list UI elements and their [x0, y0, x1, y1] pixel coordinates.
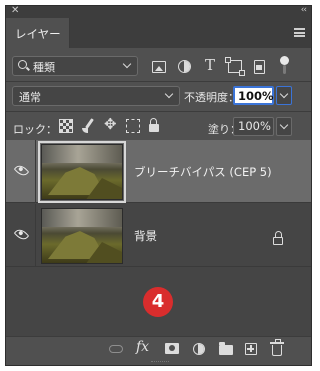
- visibility-cell[interactable]: [6, 140, 36, 203]
- lock-label: ロック：: [13, 123, 57, 136]
- new-layer-icon[interactable]: [245, 343, 257, 355]
- adjustment-filter-icon[interactable]: [178, 60, 191, 73]
- tab-bar: レイヤー: [6, 18, 311, 48]
- toggle-track: [283, 65, 286, 74]
- new-group-icon[interactable]: [219, 342, 233, 355]
- fill-input[interactable]: 100%: [233, 117, 274, 136]
- panel-title-bar: ✕ ‹‹: [6, 6, 311, 18]
- layer-thumbnail[interactable]: [41, 208, 123, 264]
- step-badge: 4: [143, 287, 173, 317]
- resize-grip[interactable]: [151, 361, 169, 363]
- lock-position-icon[interactable]: ✥: [104, 115, 118, 133]
- layer-thumbnail[interactable]: [38, 141, 126, 203]
- filter-kind-label: 種類: [33, 61, 55, 74]
- image-filter-icon[interactable]: [152, 61, 166, 73]
- chevron-down-icon: [122, 59, 132, 69]
- chevron-down-icon: [164, 89, 174, 99]
- opacity-label: 不透明度：: [184, 91, 239, 104]
- lock-all-icon[interactable]: [149, 118, 159, 132]
- smart-object-filter-icon[interactable]: [254, 60, 265, 74]
- search-icon: [18, 60, 27, 69]
- thumbnail-sky: [42, 145, 122, 163]
- thumbnail-sky: [42, 209, 122, 227]
- delete-layer-icon[interactable]: [270, 339, 284, 356]
- opacity-dropdown-button[interactable]: [276, 86, 292, 105]
- lock-image-icon[interactable]: [82, 119, 96, 133]
- fx-icon[interactable]: fx: [136, 339, 149, 355]
- panel-menu-icon[interactable]: [294, 28, 305, 37]
- filter-toggle[interactable]: [280, 56, 289, 76]
- blend-mode-select[interactable]: 通常: [12, 86, 180, 106]
- shape-filter-icon[interactable]: [225, 57, 245, 76]
- visibility-cell[interactable]: [6, 204, 36, 267]
- collapse-icon[interactable]: ‹‹: [301, 6, 307, 15]
- lock-transparent-icon[interactable]: [59, 119, 73, 133]
- divider: [6, 111, 311, 112]
- lock-artboard-icon[interactable]: [126, 119, 140, 133]
- layer-row[interactable]: ブリーチバイパス (CEP 5): [6, 140, 311, 203]
- type-filter-icon[interactable]: T: [205, 56, 221, 74]
- link-layers-icon[interactable]: [109, 345, 123, 353]
- fill-value: 100%: [238, 119, 271, 133]
- chevron-down-icon: [279, 89, 289, 99]
- toggle-knob: [280, 56, 289, 65]
- tab-layers[interactable]: レイヤー: [6, 18, 70, 48]
- opacity-value: 100%: [238, 89, 274, 103]
- opacity-input[interactable]: 100%: [233, 86, 274, 105]
- divider: [6, 81, 311, 82]
- filter-kind-select[interactable]: 種類: [12, 56, 138, 76]
- eye-icon[interactable]: [13, 162, 30, 179]
- adjustment-layer-icon[interactable]: [193, 343, 205, 355]
- close-icon[interactable]: ✕: [11, 6, 19, 16]
- layers-panel: ✕ ‹‹ レイヤー 種類 T 通常 不透明度： 100% ロック： ✥ 塗り： …: [5, 5, 312, 366]
- bottom-toolbar: fx: [6, 336, 311, 361]
- layer-name[interactable]: ブリーチバイパス (CEP 5): [134, 164, 272, 180]
- add-mask-icon[interactable]: [165, 343, 179, 354]
- chevron-down-icon: [279, 120, 289, 130]
- lock-icon[interactable]: [273, 231, 283, 245]
- layer-name[interactable]: 背景: [134, 228, 157, 244]
- layer-row[interactable]: 背景: [6, 204, 311, 267]
- blend-mode-label: 通常: [19, 91, 41, 104]
- eye-icon[interactable]: [13, 226, 30, 243]
- fill-dropdown-button[interactable]: [276, 117, 292, 136]
